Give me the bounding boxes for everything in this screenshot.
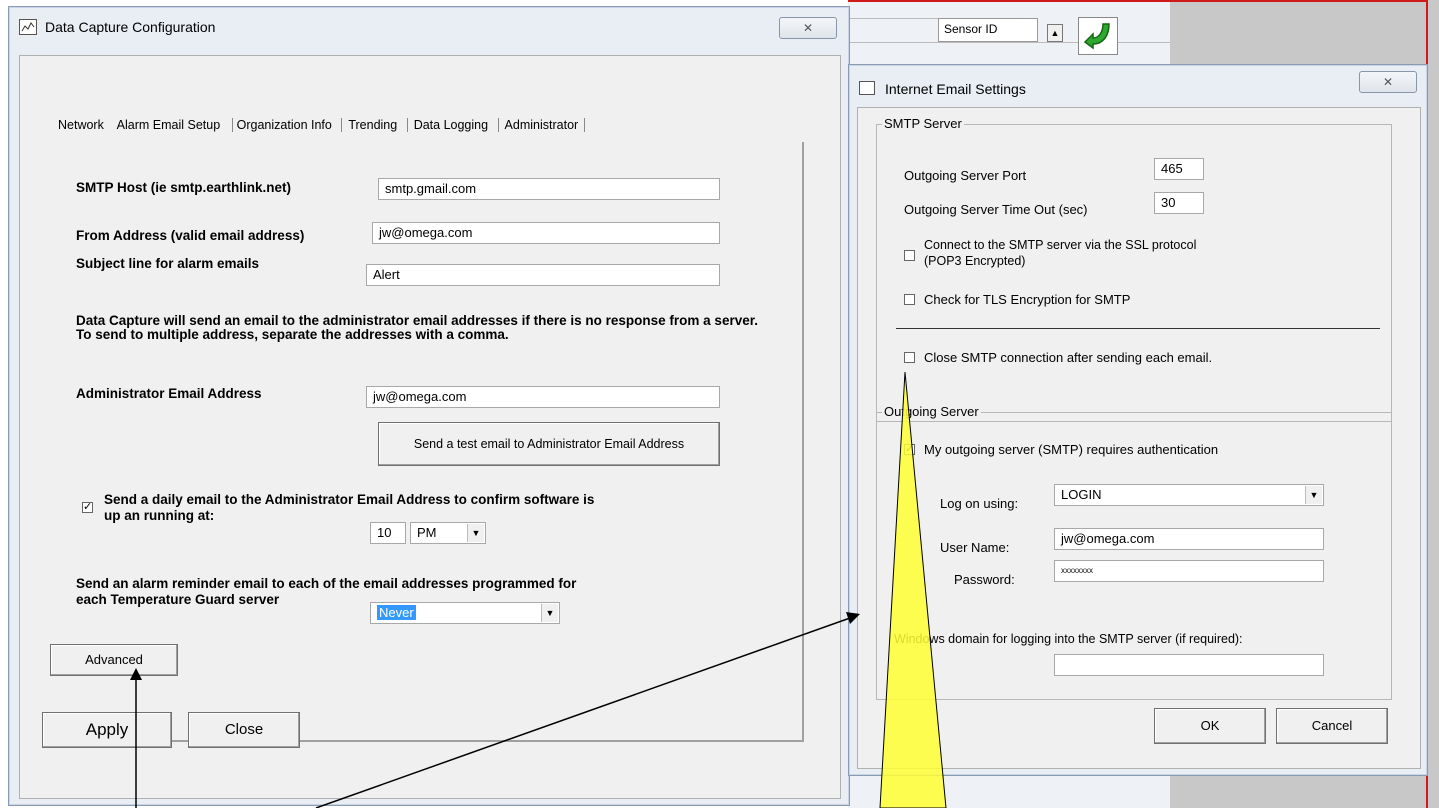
arrowhead-icon: [130, 668, 142, 680]
annotation-overlay: [130, 371, 947, 808]
arrowhead-icon: [846, 612, 860, 624]
arrow-to-email-window: [315, 617, 851, 808]
yellow-callout: [879, 371, 947, 808]
